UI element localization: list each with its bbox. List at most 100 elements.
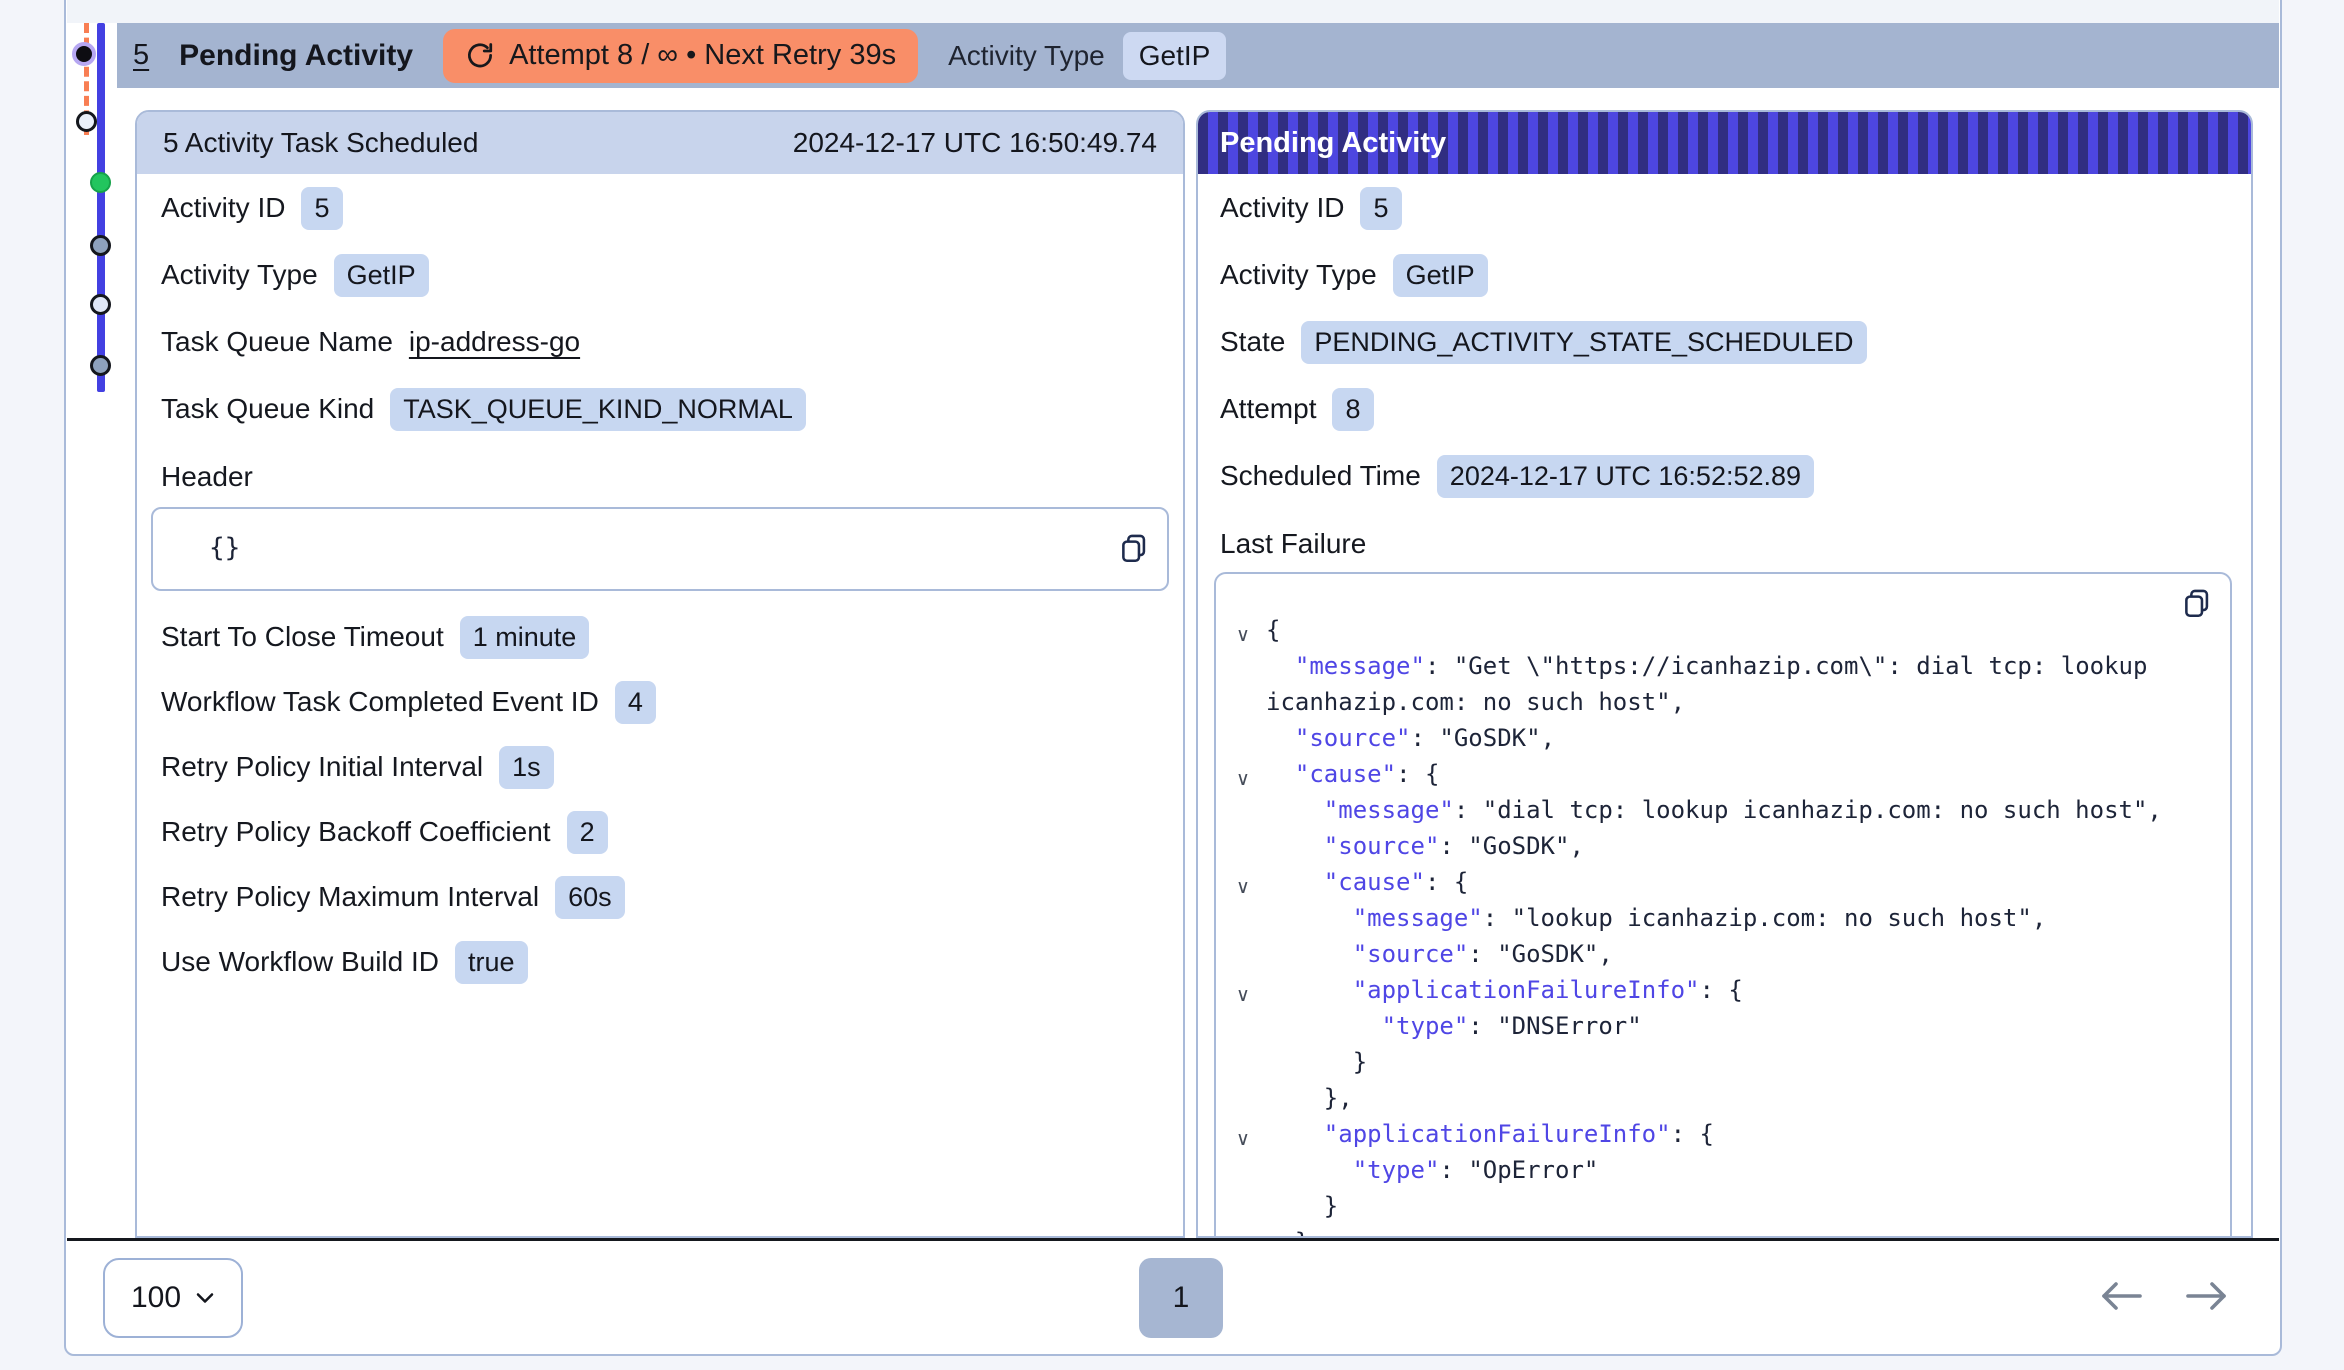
field-label: Activity ID: [1220, 192, 1344, 224]
field-row: Workflow Task Completed Event ID 4: [161, 680, 1159, 724]
json-code-line: ∨ "applicationFailureInfo": {: [1236, 972, 2208, 1008]
field-row: Task Queue Name ip-address-go: [161, 320, 1159, 364]
event-detail-card-header: 5 Activity Task Scheduled 2024-12-17 UTC…: [137, 112, 1183, 174]
field-label: Task Queue Kind: [161, 393, 374, 425]
field-value-badge: 1s: [499, 746, 554, 789]
retry-status-badge: Attempt 8 / ∞ • Next Retry 39s: [443, 29, 918, 83]
json-code-line: }: [1236, 1188, 2208, 1224]
field-label: Activity Type: [161, 259, 318, 291]
field-row: Retry Policy Maximum Interval 60s: [161, 875, 1159, 919]
json-code-line: ∨{: [1236, 612, 2208, 648]
field-value-badge: 2: [567, 811, 608, 854]
copy-icon[interactable]: [2180, 586, 2214, 623]
field-label: Workflow Task Completed Event ID: [161, 686, 599, 718]
json-code-line: ∨ "applicationFailureInfo": {: [1236, 1116, 2208, 1152]
field-row: Task Queue Kind TASK_QUEUE_KIND_NORMAL: [161, 387, 1159, 431]
field-value-badge: GetIP: [334, 254, 429, 297]
page-number-button[interactable]: 1: [1139, 1258, 1223, 1338]
pagination-separator: [67, 1238, 2279, 1241]
timeline-event-dot-completed[interactable]: [90, 172, 111, 193]
task-queue-link[interactable]: ip-address-go: [409, 326, 580, 358]
header-payload-value: {}: [209, 533, 240, 563]
json-code-line: "message": "dial tcp: lookup icanhazip.c…: [1236, 792, 2208, 828]
event-detail-card: 5 Activity Task Scheduled 2024-12-17 UTC…: [135, 110, 1185, 1238]
next-page-arrow-icon[interactable]: [2182, 1276, 2232, 1319]
json-code-line: "source": "GoSDK",: [1236, 828, 2208, 864]
timeline-event-dot-open[interactable]: [76, 111, 97, 132]
field-row: Activity Type GetIP: [161, 253, 1159, 297]
json-code-line: },: [1236, 1224, 2208, 1238]
retry-badge-text: Attempt 8 / ∞ • Next Retry 39s: [509, 39, 896, 72]
event-detail-title: 5 Activity Task Scheduled: [163, 127, 478, 159]
field-value-badge: 1 minute: [460, 616, 590, 659]
event-title: Pending Activity: [179, 39, 413, 73]
per-page-value: 100: [131, 1281, 181, 1315]
copy-icon[interactable]: [1117, 531, 1151, 568]
field-label: Retry Policy Backoff Coefficient: [161, 816, 551, 848]
json-code-line: "source": "GoSDK",: [1236, 720, 2208, 756]
field-row: Activity ID 5: [1220, 186, 2237, 230]
json-code-line: "message": "Get \"https://icanhazip.com\…: [1236, 648, 2208, 720]
field-value-badge: 5: [1360, 187, 1401, 230]
field-value-badge: 2024-12-17 UTC 16:52:52.89: [1437, 455, 1814, 498]
pending-activity-card-header: Pending Activity: [1198, 112, 2251, 174]
field-label: Retry Policy Maximum Interval: [161, 881, 539, 913]
json-code-line: ∨ "cause": {: [1236, 864, 2208, 900]
field-row: Retry Policy Initial Interval 1s: [161, 745, 1159, 789]
per-page-select[interactable]: 100: [103, 1258, 243, 1338]
timeline-line: [97, 23, 105, 392]
json-code-line: }: [1236, 1044, 2208, 1080]
field-row: Start To Close Timeout 1 minute: [161, 615, 1159, 659]
field-value-badge: 4: [615, 681, 656, 724]
event-row-header[interactable]: 5 Pending Activity Attempt 8 / ∞ • Next …: [117, 23, 2279, 88]
timeline-current-event-dot[interactable]: [72, 42, 96, 66]
activity-type-label: Activity Type: [948, 40, 1105, 72]
header-payload-box: {}: [151, 507, 1169, 591]
failure-json-code: ∨{ "message": "Get \"https://icanhazip.c…: [1236, 612, 2208, 1238]
json-code-line: ∨ "cause": {: [1236, 756, 2208, 792]
json-code-line: "source": "GoSDK",: [1236, 936, 2208, 972]
json-code-line: "type": "DNSError": [1236, 1008, 2208, 1044]
pending-activity-card: Pending Activity Activity ID 5 Activity Ty…: [1196, 110, 2253, 1238]
previous-page-arrow-icon[interactable]: [2096, 1276, 2146, 1319]
field-value-badge: GetIP: [1393, 254, 1488, 297]
failure-json: ∨{ "message": "Get \"https://icanhazip.c…: [1214, 572, 2232, 1238]
field-label: Activity Type: [1220, 259, 1377, 291]
field-label: Activity ID: [161, 192, 285, 224]
table-top-strip: [67, 0, 2279, 23]
timeline-event-dot[interactable]: [90, 235, 111, 256]
json-code-line: "message": "lookup icanhazip.com: no suc…: [1236, 900, 2208, 936]
field-row: Retry Policy Backoff Coefficient 2: [161, 810, 1159, 854]
field-label: Scheduled Time: [1220, 460, 1421, 492]
field-value-badge: PENDING_ACTIVITY_STATE_SCHEDULED: [1301, 321, 1866, 364]
field-value-badge: TASK_QUEUE_KIND_NORMAL: [390, 388, 806, 431]
pending-activity-title: Pending Activity: [1220, 127, 1446, 160]
field-value-badge: 60s: [555, 876, 625, 919]
field-row: State PENDING_ACTIVITY_STATE_SCHEDULED: [1220, 320, 2237, 364]
event-id-link[interactable]: 5: [133, 39, 149, 72]
field-label: Retry Policy Initial Interval: [161, 751, 483, 783]
field-label: Attempt: [1220, 393, 1316, 425]
activity-type-badge: GetIP: [1123, 32, 1227, 80]
field-row: Activity Type GetIP: [1220, 253, 2237, 297]
field-row: Attempt 8: [1220, 387, 2237, 431]
field-value-badge: 8: [1332, 388, 1373, 431]
field-label: Start To Close Timeout: [161, 621, 444, 653]
timeline-event-dot[interactable]: [90, 294, 111, 315]
retry-icon: [465, 41, 495, 71]
header-section-label: Header: [161, 461, 1159, 493]
timeline-event-dot[interactable]: [90, 355, 111, 376]
field-value-badge: 5: [301, 187, 342, 230]
field-row: Use Workflow Build ID true: [161, 940, 1159, 984]
field-row: Activity ID 5: [161, 186, 1159, 230]
field-label: Use Workflow Build ID: [161, 946, 439, 978]
field-value-badge: true: [455, 941, 528, 984]
last-failure-label: Last Failure: [1220, 528, 2237, 560]
field-row: Scheduled Time 2024-12-17 UTC 16:52:52.89: [1220, 454, 2237, 498]
chevron-down-icon: [195, 1291, 215, 1305]
event-detail-timestamp: 2024-12-17 UTC 16:50:49.74: [793, 127, 1157, 159]
json-code-line: },: [1236, 1080, 2208, 1116]
field-label: State: [1220, 326, 1285, 358]
json-code-line: "type": "OpError": [1236, 1152, 2208, 1188]
field-label: Task Queue Name: [161, 326, 393, 358]
